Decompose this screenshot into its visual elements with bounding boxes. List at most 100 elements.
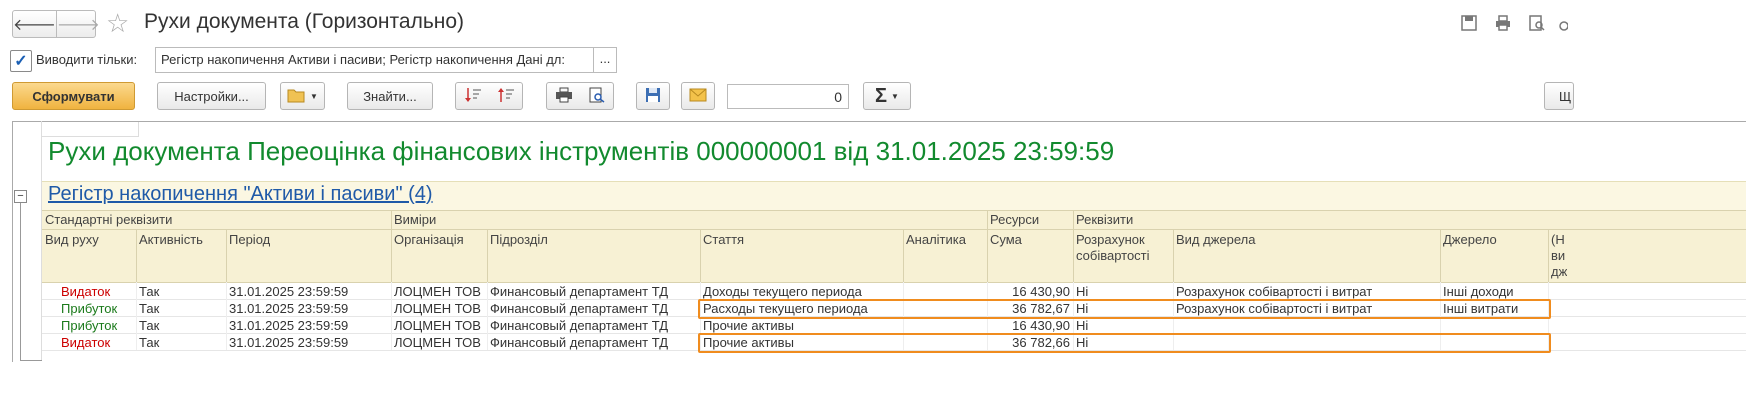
grid-line: [487, 282, 488, 350]
envelope-icon: [689, 88, 707, 105]
column-header-source: Джерело: [1443, 232, 1497, 247]
cell-source[interactable]: Інші доходи: [1443, 284, 1547, 300]
group-header-resources: Ресурси: [990, 212, 1040, 227]
back-button[interactable]: 🡐: [13, 11, 56, 37]
output-only-checkbox[interactable]: ✓: [10, 50, 32, 72]
grid-line: [1548, 229, 1549, 282]
group-header-standard: Стандартні реквізити: [45, 212, 173, 227]
print-preview-icon[interactable]: [588, 87, 606, 106]
cell-active[interactable]: Так: [139, 335, 225, 351]
column-header-period: Період: [229, 232, 271, 247]
grid-line: [42, 282, 1746, 283]
group-bracket-end: [20, 360, 42, 361]
grid-line: [1173, 229, 1174, 282]
cell-article[interactable]: Прочие активы: [703, 318, 901, 334]
sort-group: [455, 82, 523, 110]
cell-cost-calc[interactable]: Ні: [1076, 284, 1172, 300]
sort-ascending-icon[interactable]: [497, 87, 515, 106]
floppy-disk-icon: [645, 87, 661, 106]
cell-active[interactable]: Так: [139, 318, 225, 334]
cell-department[interactable]: Финансовый департамент ТД: [490, 318, 698, 334]
cell-active[interactable]: Так: [139, 301, 225, 317]
grid-line: [1073, 210, 1074, 282]
send-email-button[interactable]: [681, 82, 715, 110]
filter-select-button[interactable]: ...: [593, 47, 617, 73]
grid-line: [903, 229, 904, 282]
register-filter-field[interactable]: Регістр накопичення Активи і пасиви; Рег…: [155, 47, 598, 73]
column-header-extra-2: ви: [1551, 248, 1566, 263]
column-header-analytics: Аналітика: [906, 232, 966, 247]
cell-department[interactable]: Финансовый департамент ТД: [490, 335, 698, 351]
grid-line: [42, 229, 1746, 230]
output-only-label: Виводити тільки:: [36, 52, 138, 67]
cell-source-type[interactable]: Розрахунок собівартості і витрат: [1176, 284, 1438, 300]
grid-line: [136, 282, 137, 350]
navigation-group: 🡐 🡒: [12, 10, 100, 38]
cell-movement-type[interactable]: Видаток: [61, 284, 135, 300]
column-header-department: Підрозділ: [490, 232, 548, 247]
group-header-dimensions: Виміри: [394, 212, 437, 227]
grid-line: [391, 210, 392, 282]
print-icon[interactable]: [1494, 14, 1512, 32]
cell-sum[interactable]: 16 430,90: [990, 284, 1070, 300]
collapse-group-icon[interactable]: −: [14, 190, 27, 203]
grid-line: [136, 229, 137, 282]
column-header-organization: Організація: [394, 232, 464, 247]
cell-period[interactable]: 31.01.2025 23:59:59: [229, 284, 389, 300]
sort-descending-icon[interactable]: [464, 87, 482, 106]
cell-movement-type[interactable]: Видаток: [61, 335, 135, 351]
selection-sum-field[interactable]: 0: [727, 84, 849, 109]
arrow-right-icon: 🡒: [56, 16, 100, 34]
print-group: [546, 82, 614, 110]
grid-line: [226, 229, 227, 282]
grid-line: [487, 229, 488, 282]
cell-period[interactable]: 31.01.2025 23:59:59: [229, 301, 389, 317]
cell-article[interactable]: Доходы текущего периода: [703, 284, 901, 300]
variants-button[interactable]: ▼: [280, 82, 325, 110]
cell-sum[interactable]: 16 430,90: [990, 318, 1070, 334]
print-preview-icon[interactable]: [1528, 14, 1546, 32]
group-header-attributes: Реквізити: [1076, 212, 1134, 227]
grid-line: [226, 282, 227, 350]
cell-organization[interactable]: ЛОЦМЕН ТОВ: [394, 335, 486, 351]
cell-period[interactable]: 31.01.2025 23:59:59: [229, 318, 389, 334]
column-header-source-type: Вид джерела: [1176, 232, 1256, 247]
cell-cost-calc[interactable]: Ні: [1076, 318, 1172, 334]
sum-mode-button[interactable]: Σ ▼: [863, 82, 911, 110]
report-heading: Рухи документа Переоцінка фінансових інс…: [48, 136, 1115, 166]
grid-line: [391, 282, 392, 350]
sigma-icon: Σ: [875, 84, 888, 107]
grid-line: [42, 210, 1746, 211]
column-header-cost-calc-1: Розрахунок: [1076, 232, 1145, 247]
cell-organization[interactable]: ЛОЦМЕН ТОВ: [394, 301, 486, 317]
grid-line: [700, 229, 701, 282]
cell-active[interactable]: Так: [139, 284, 225, 300]
chevron-down-icon: ▼: [310, 91, 318, 101]
column-header-extra-1: (Н: [1551, 232, 1565, 247]
save-button[interactable]: [636, 82, 670, 110]
generate-button[interactable]: Сформувати: [12, 82, 135, 110]
cell-organization[interactable]: ЛОЦМЕН ТОВ: [394, 284, 486, 300]
cell-movement-type[interactable]: Прибуток: [61, 301, 135, 317]
cut-off-button[interactable]: Щ: [1544, 82, 1574, 110]
forward-button[interactable]: 🡒: [55, 11, 100, 37]
highlight-box: [698, 333, 1551, 353]
link-icon[interactable]: [1558, 14, 1568, 32]
grid-line: [1440, 229, 1441, 282]
cell-department[interactable]: Финансовый департамент ТД: [490, 301, 698, 317]
column-header-sum: Сума: [990, 232, 1022, 247]
settings-button[interactable]: Настройки...: [157, 82, 266, 110]
find-button[interactable]: Знайти...: [347, 82, 433, 110]
print-icon[interactable]: [555, 87, 573, 106]
cell-organization[interactable]: ЛОЦМЕН ТОВ: [394, 318, 486, 334]
column-header-active: Активність: [139, 232, 203, 247]
arrow-left-icon: 🡐: [13, 16, 56, 34]
folder-icon: [287, 87, 307, 106]
save-icon[interactable]: [1460, 14, 1478, 32]
cell-movement-type[interactable]: Прибуток: [61, 318, 135, 334]
cell-department[interactable]: Финансовый департамент ТД: [490, 284, 698, 300]
column-header-article: Стаття: [703, 232, 745, 247]
cell-period[interactable]: 31.01.2025 23:59:59: [229, 335, 389, 351]
register-link[interactable]: Регістр накопичення "Активи і пасиви" (4…: [48, 183, 433, 206]
favorite-star-icon[interactable]: ☆: [106, 8, 129, 38]
